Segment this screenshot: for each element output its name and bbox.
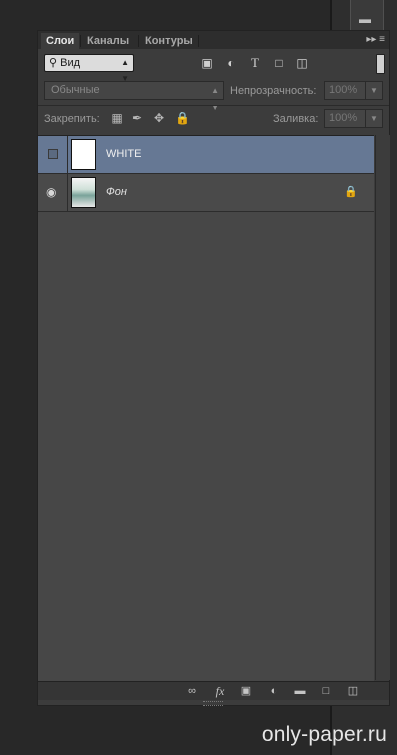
brush-tool-icon: ▬ [359,12,371,26]
adjustment-icon[interactable]: ◐ [266,684,282,698]
layer-name[interactable]: WHITE [106,148,141,160]
smart-object-filter-icon[interactable]: ◫ [295,56,309,70]
mask-icon[interactable]: ▣ [238,684,254,698]
tab-separator [80,35,81,47]
layers-list: WHITE ◉ Фон 🔒 [38,135,374,681]
filter-toggle[interactable] [376,54,385,74]
layer-row-background[interactable]: ◉ Фон 🔒 [38,174,374,212]
eye-icon: ◉ [46,185,57,199]
opacity-label: Непрозрачность: [230,85,317,97]
opacity-value: 100% [329,84,358,96]
image-filter-icon[interactable]: ▣ [200,56,214,70]
tab-layers[interactable]: Слои [41,33,80,49]
chevron-down-icon[interactable]: ▼ [365,110,382,127]
layer-row-white[interactable]: WHITE [38,136,374,174]
search-icon: ⚲ [49,57,58,69]
fill-label: Заливка: [273,113,319,125]
layer-thumbnail [71,139,96,170]
lock-label: Закрепить: [44,113,100,125]
layer-name[interactable]: Фон [106,186,127,198]
tab-separator [198,35,199,47]
tab-channels[interactable]: Каналы [82,33,134,49]
divider [38,105,389,106]
adjustment-filter-icon[interactable]: ◐ [224,56,238,70]
tab-paths[interactable]: Контуры [140,33,198,49]
chevron-down-icon[interactable]: ▼ [365,82,382,99]
blend-mode-value: Обычные [51,84,100,96]
lock-image-icon[interactable]: ✒ [130,111,144,125]
link-icon[interactable]: ∞ [184,684,200,698]
fill-field[interactable]: 100% ▼ [324,109,383,128]
new-layer-icon[interactable]: □ [318,684,334,698]
lock-row: Закрепить: ▦ ✒ ✥ 🔒 Заливка: 100% ▼ [38,108,389,130]
watermark-text: only-paper.ru [261,723,387,746]
fill-value: 100% [329,112,358,124]
filter-row: ⚲ Вид ▲ ▼ ▣ ◐ T □ ◫ [38,51,389,83]
lock-transparent-icon[interactable]: ▦ [110,111,124,125]
resize-grip[interactable] [203,701,223,706]
filter-label: Вид [60,57,81,69]
layers-scrollbar[interactable] [375,135,390,680]
fx-icon[interactable]: fx [212,684,228,698]
panel-tabs: Слои Каналы Контуры ▸▸ ≡ [38,31,389,49]
panel-menu-icon[interactable]: ▸▸ ≡ [366,34,385,45]
layers-panel: Слои Каналы Контуры ▸▸ ≡ ⚲ Вид ▲ ▼ ▣ ◐ T … [37,30,390,706]
lock-position-icon[interactable]: ✥ [152,111,166,125]
layer-filter-select[interactable]: ⚲ Вид ▲ ▼ [44,54,134,83]
tab-separator [138,35,139,47]
trash-icon[interactable]: ◫ [345,684,361,698]
visibility-toggle[interactable]: ◉ [38,174,68,211]
visibility-toggle[interactable] [38,136,68,173]
lock-all-icon[interactable]: 🔒 [175,111,190,125]
type-filter-icon[interactable]: T [248,56,262,70]
dock-tool-button[interactable]: ▬ [350,0,384,30]
folder-icon[interactable]: ▬ [292,684,308,698]
layer-thumbnail [71,177,96,208]
shape-filter-icon[interactable]: □ [272,56,286,70]
visibility-off-box [48,149,58,159]
layers-bottom-bar: ∞ fx ▣ ◐ ▬ □ ◫ [38,681,389,700]
opacity-field[interactable]: 100% ▼ [324,81,383,100]
blend-row: Обычные ▲ ▼ Непрозрачность: 100% ▼ [38,79,389,112]
lock-icon: 🔒 [344,186,358,198]
blend-mode-select[interactable]: Обычные ▲ ▼ [44,81,224,112]
